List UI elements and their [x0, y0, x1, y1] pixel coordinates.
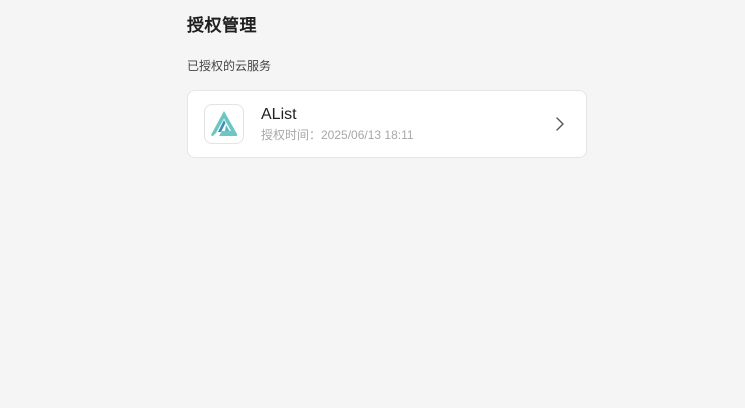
page-title: 授权管理 [187, 16, 257, 35]
section-label: 已授权的云服务 [187, 59, 272, 73]
service-name: AList [261, 106, 297, 123]
authorization-page: 授权管理 已授权的云服务 AList 授权时间：2025/06/13 18:11 [0, 0, 745, 408]
service-info: AList 授权时间：2025/06/13 18:11 [261, 105, 552, 143]
chevron-right-icon [552, 116, 568, 132]
service-card-alist[interactable]: AList 授权时间：2025/06/13 18:11 [187, 90, 587, 158]
alist-logo-icon [204, 104, 244, 144]
authorization-time: 授权时间：2025/06/13 18:11 [261, 128, 414, 142]
main-content: 授权管理 已授权的云服务 AList 授权时间：2025/06/13 18:11 [187, 14, 587, 158]
